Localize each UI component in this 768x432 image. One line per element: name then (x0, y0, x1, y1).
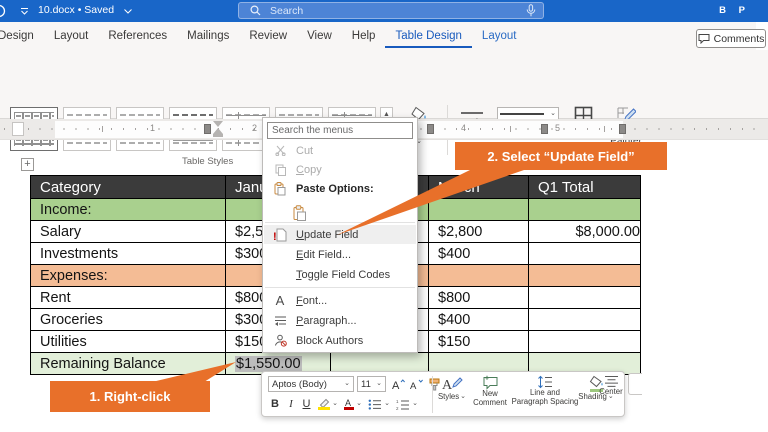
column-marker[interactable] (427, 124, 434, 134)
comments-button[interactable]: Comments (696, 29, 766, 48)
menu-item-toggle-field-codes[interactable]: Toggle Field Codes (264, 265, 416, 284)
tab-references[interactable]: References (98, 24, 177, 49)
svg-text:1: 1 (396, 399, 399, 404)
menu-item-copy: Copy (264, 160, 416, 179)
cut-icon (270, 145, 290, 156)
styles-icon: A (441, 375, 463, 393)
underline-button[interactable]: U (300, 396, 313, 412)
highlight-color-button[interactable]: ⌄ (317, 396, 339, 412)
styles-button[interactable]: A Styles⌄ (436, 375, 468, 402)
context-menu: Cut Copy Paste Options: ! Update Field E… (262, 117, 418, 353)
popup-edge-fragment (628, 373, 642, 395)
table-move-handle[interactable]: + (21, 158, 34, 171)
numbering-button[interactable]: 1 2 ⌄ (395, 396, 419, 412)
svg-text:A: A (345, 398, 351, 407)
dictate-mic-icon[interactable] (526, 4, 536, 17)
menu-search-input[interactable] (267, 122, 413, 139)
search-icon (250, 5, 261, 16)
autosave-icon[interactable] (0, 4, 12, 18)
tab-selector[interactable] (12, 122, 24, 136)
word-window: 10.docx • Saved B P Design Layout Refere… (0, 0, 768, 432)
font-size-combo[interactable]: 11⌄ (357, 376, 386, 392)
font-name-combo[interactable]: Aptos (Body)⌄ (268, 376, 354, 392)
menu-item-paragraph[interactable]: Paragraph... (264, 311, 416, 330)
grow-font-button[interactable]: A (390, 376, 406, 392)
column-marker[interactable] (204, 124, 211, 134)
svg-text:!: ! (273, 231, 277, 242)
ruler-number-1: 1 (150, 123, 155, 133)
font-icon: A (270, 293, 290, 308)
search-box[interactable] (238, 2, 544, 19)
clipboard-icon (270, 182, 290, 196)
ruler-number-4: 4 (461, 123, 466, 133)
header-category[interactable]: Category (31, 176, 226, 199)
center-button[interactable]: Center (596, 375, 626, 397)
new-comment-button[interactable]: New Comment (471, 375, 509, 407)
svg-text:2: 2 (396, 406, 399, 410)
bullets-icon (368, 399, 382, 410)
shrink-font-icon: A (410, 378, 423, 390)
bold-button[interactable]: B (268, 396, 282, 412)
search-input[interactable] (268, 4, 522, 18)
quick-access-chevron-icon[interactable] (20, 8, 29, 15)
title-dropdown-icon[interactable] (124, 9, 132, 14)
ruler-number-2: 2 (252, 123, 257, 133)
bullets-button[interactable]: ⌄ (367, 396, 391, 412)
step1-callout: 1. Right-click (50, 381, 210, 412)
table-styles-group-label: Table Styles (182, 156, 233, 167)
menu-item-block-authors[interactable]: Block Authors (264, 331, 416, 350)
update-field-icon: ! (270, 228, 290, 242)
tab-mailings[interactable]: Mailings (177, 24, 239, 49)
comment-bubble-icon (698, 33, 710, 44)
grow-font-icon: A (392, 378, 405, 390)
italic-button[interactable]: I (285, 396, 297, 412)
numbering-icon: 1 2 (396, 399, 410, 410)
menu-item-edit-field[interactable]: Edit Field... (264, 245, 416, 264)
paste-option-keep-formatting[interactable] (289, 202, 309, 224)
step2-callout: 2. Select “Update Field” (455, 142, 667, 170)
tab-table-design[interactable]: Table Design (385, 24, 471, 49)
selected-field-value[interactable]: $1,550.00 (235, 356, 302, 372)
document-title[interactable]: 10.docx • Saved (38, 4, 114, 16)
paste-option-icon (293, 205, 306, 221)
svg-text:A: A (442, 378, 453, 393)
line-spacing-icon (537, 375, 553, 389)
paragraph-icon (270, 315, 290, 326)
tab-review[interactable]: Review (239, 24, 297, 49)
header-q1-total[interactable]: Q1 Total (529, 176, 641, 199)
header-march[interactable]: March (429, 176, 529, 199)
svg-text:A: A (392, 380, 400, 390)
menu-item-update-field[interactable]: ! Update Field (264, 225, 416, 244)
ribbon: ▲ ▼ ⊽ Shading ⌄ Border Styles ⌄ ⌄ ½ pt (0, 50, 768, 119)
block-authors-icon (270, 334, 290, 347)
ruler-number-5: 5 (555, 123, 560, 133)
menu-item-cut: Cut (264, 141, 416, 160)
font-color-icon: A (344, 398, 354, 410)
line-spacing-button[interactable]: Line and Paragraph Spacing (511, 375, 579, 406)
menu-item-font[interactable]: A Font... (264, 291, 416, 310)
mini-toolbar: Aptos (Body)⌄ 11⌄ A A B I U ⌄ A ⌄ (261, 371, 625, 417)
user-initials-badge[interactable]: B P (719, 5, 750, 16)
svg-text:A: A (410, 381, 417, 390)
tab-help[interactable]: Help (342, 24, 386, 49)
border-line-icon (460, 108, 484, 118)
copy-icon (270, 164, 290, 176)
column-marker[interactable] (541, 124, 548, 134)
new-comment-icon (482, 375, 499, 390)
tab-design[interactable]: Design (0, 24, 44, 49)
tab-layout[interactable]: Layout (44, 24, 99, 49)
highlighter-icon (318, 398, 330, 410)
tab-table-layout[interactable]: Layout (472, 24, 527, 49)
shrink-font-button[interactable]: A (408, 376, 424, 392)
indent-marker[interactable] (213, 121, 223, 137)
title-bar: 10.docx • Saved B P (0, 0, 768, 22)
menu-item-paste-options: Paste Options: (264, 179, 416, 198)
column-marker[interactable] (619, 124, 626, 134)
font-color-button[interactable]: A ⌄ (343, 396, 363, 412)
ribbon-tab-strip: Design Layout References Mailings Review… (0, 22, 756, 50)
tab-view[interactable]: View (297, 24, 342, 49)
